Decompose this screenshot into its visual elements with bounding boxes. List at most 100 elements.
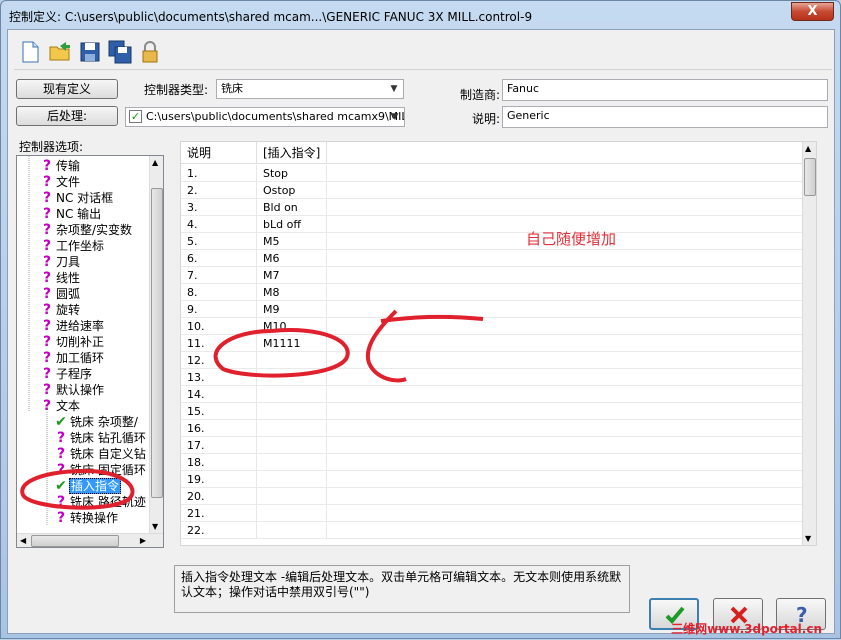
insert-code-cell[interactable]: [257, 437, 327, 454]
new-file-icon[interactable]: [18, 40, 42, 64]
table-row[interactable]: 12.: [181, 352, 804, 369]
chevron-right-icon[interactable]: ▶: [140, 536, 146, 545]
column-header-insert[interactable]: [插入指令]: [257, 142, 327, 164]
tree-item[interactable]: ? 文件: [39, 174, 81, 190]
insert-code-cell[interactable]: Stop: [257, 165, 327, 182]
table-row[interactable]: 14.: [181, 386, 804, 403]
table-row[interactable]: 8. M8: [181, 284, 804, 301]
save-icon[interactable]: [78, 40, 102, 64]
controller-type-select[interactable]: 铣床 ▼: [216, 79, 404, 99]
table-row[interactable]: 10. M10: [181, 318, 804, 335]
tree-item[interactable]: ? 铣床 钻孔循环: [53, 430, 147, 446]
table-row[interactable]: 19.: [181, 471, 804, 488]
table-row[interactable]: 22.: [181, 522, 804, 539]
insert-code-cell[interactable]: bLd off: [257, 216, 327, 233]
table-row[interactable]: 7. M7: [181, 267, 804, 284]
chevron-down-icon[interactable]: ▼: [386, 81, 402, 97]
insert-code-cell[interactable]: M7: [257, 267, 327, 284]
tree-hscroll-thumb[interactable]: [31, 535, 119, 547]
insert-code-cell[interactable]: M10: [257, 318, 327, 335]
tree-item[interactable]: ? 线性: [39, 270, 81, 286]
tree-item[interactable]: ? 旋转: [39, 302, 81, 318]
save-all-icon[interactable]: [108, 40, 132, 64]
table-row[interactable]: 16.: [181, 420, 804, 437]
insert-code-cell[interactable]: [257, 352, 327, 369]
insert-code-cell[interactable]: [257, 505, 327, 522]
chevron-left-icon[interactable]: ◀: [20, 536, 26, 545]
tree-item[interactable]: ? 传输: [39, 158, 81, 174]
insert-code-cell[interactable]: Ostop: [257, 182, 327, 199]
tree-item[interactable]: ? NC 输出: [39, 206, 102, 222]
post-path-select[interactable]: ✓ C:\users\public\documents\shared mcamx…: [125, 107, 405, 127]
insert-code-cell[interactable]: M1111: [257, 335, 327, 352]
insert-code-cell[interactable]: M6: [257, 250, 327, 267]
chevron-up-icon[interactable]: ▲: [152, 158, 158, 167]
insert-code-cell[interactable]: [257, 471, 327, 488]
insert-code-cell[interactable]: Bld on: [257, 199, 327, 216]
insert-code-cell[interactable]: [257, 454, 327, 471]
chevron-down-icon[interactable]: ▼: [387, 109, 403, 125]
manufacturer-field[interactable]: Fanuc: [502, 79, 828, 101]
tree-item[interactable]: ✔ 插入指令: [53, 478, 122, 494]
insert-code-cell[interactable]: [257, 488, 327, 505]
tree-item[interactable]: ? 进给速率: [39, 318, 105, 334]
tree-item[interactable]: ? 杂项整/实变数: [39, 222, 133, 238]
tree-item[interactable]: ? 工作坐标: [39, 238, 105, 254]
open-folder-icon[interactable]: [48, 40, 72, 64]
table-row[interactable]: 6. M6: [181, 250, 804, 267]
chevron-up-icon[interactable]: ▲: [805, 144, 811, 153]
table-row[interactable]: 11. M1111: [181, 335, 804, 352]
row-number-cell: 15.: [181, 403, 257, 420]
tree-item[interactable]: ? 铣床 自定义钻: [53, 446, 147, 462]
insert-code-cell[interactable]: M8: [257, 284, 327, 301]
tree-item[interactable]: ? 转换操作: [53, 510, 119, 526]
table-row[interactable]: 17.: [181, 437, 804, 454]
table-row[interactable]: 1. Stop: [181, 165, 804, 182]
close-button[interactable]: X: [791, 2, 834, 21]
grid-scroll-thumb[interactable]: [804, 158, 816, 196]
table-row[interactable]: 21.: [181, 505, 804, 522]
tree-scroll-thumb[interactable]: [151, 188, 163, 498]
table-row[interactable]: 9. M9: [181, 301, 804, 318]
question-icon: ?: [42, 318, 52, 334]
tree-item[interactable]: ? 默认操作: [39, 382, 105, 398]
insert-codes-grid[interactable]: 说明 [插入指令] 1. Stop 2. Ostop 3. Bld on 4. bLd off…: [180, 141, 817, 546]
table-row[interactable]: 3. Bld on: [181, 199, 804, 216]
tree-item[interactable]: ? 铣床 路径轨迹: [53, 494, 147, 510]
insert-code-cell[interactable]: M9: [257, 301, 327, 318]
table-row[interactable]: 2. Ostop: [181, 182, 804, 199]
tree-item[interactable]: ? 文本: [39, 398, 81, 414]
insert-code-cell[interactable]: [257, 386, 327, 403]
insert-code-cell[interactable]: [257, 369, 327, 386]
insert-code-cell[interactable]: [257, 420, 327, 437]
tree-item[interactable]: ✔ 铣床 杂项整/: [53, 414, 139, 430]
tree-item[interactable]: ? 圆弧: [39, 286, 81, 302]
table-row[interactable]: 4. bLd off: [181, 216, 804, 233]
description-field[interactable]: Generic: [502, 106, 828, 128]
question-icon: ?: [42, 398, 52, 414]
table-row[interactable]: 15.: [181, 403, 804, 420]
tree-item[interactable]: ? NC 对话框: [39, 190, 114, 206]
tree-item[interactable]: ? 铣床 固定循环: [53, 462, 147, 478]
chevron-down-icon[interactable]: ▼: [152, 522, 158, 531]
tree-item[interactable]: ? 子程序: [39, 366, 93, 382]
column-header-description[interactable]: 说明: [181, 142, 257, 164]
options-tree[interactable]: ? 传输? 文件? NC 对话框? NC 输出? 杂项整/实变数? 工作坐标? 刀具? 线性? 圆…: [16, 155, 164, 548]
insert-code-cell[interactable]: [257, 403, 327, 420]
tree-horizontal-scrollbar[interactable]: ◀ ▶: [17, 533, 163, 547]
post-processor-button[interactable]: 后处理:: [16, 106, 118, 126]
tree-vertical-scrollbar[interactable]: ▲ ▼: [149, 156, 163, 547]
grid-vertical-scrollbar[interactable]: ▲ ▼: [802, 142, 816, 545]
table-row[interactable]: 20.: [181, 488, 804, 505]
insert-code-cell[interactable]: [257, 522, 327, 539]
chevron-down-icon[interactable]: ▼: [805, 534, 811, 543]
table-row[interactable]: 13.: [181, 369, 804, 386]
insert-code-cell[interactable]: M5: [257, 233, 327, 250]
table-row[interactable]: 18.: [181, 454, 804, 471]
tree-item[interactable]: ? 刀具: [39, 254, 81, 270]
current-definition-button[interactable]: 现有定义: [16, 79, 118, 99]
tree-item[interactable]: ? 切削补正: [39, 334, 105, 350]
lock-icon[interactable]: [138, 40, 162, 64]
tree-item[interactable]: ? 加工循环: [39, 350, 105, 366]
table-row[interactable]: 5. M5: [181, 233, 804, 250]
